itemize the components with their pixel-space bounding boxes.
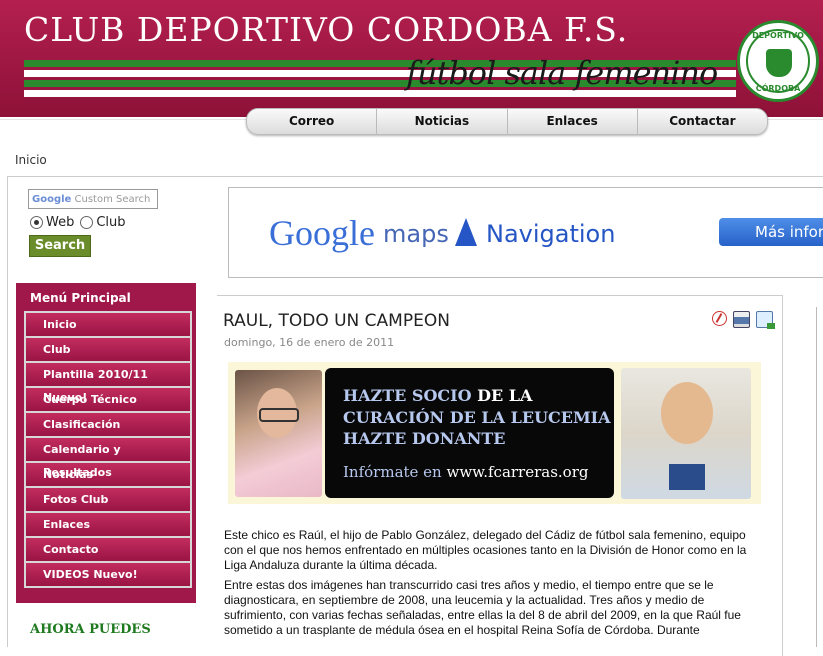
article-body: Este chico es Raúl, el hijo de Pablo Gon… <box>224 528 766 643</box>
top-nav: Correo Noticias Enlaces Contactar <box>246 108 768 135</box>
radio-club[interactable]: Club <box>80 215 126 230</box>
logo-text-bottom: CÓRDOBA <box>755 84 801 93</box>
promo-line-3: HAZTE DONANTE <box>343 429 506 448</box>
nav-noticias[interactable]: Noticias <box>377 109 508 134</box>
site-header: CLUB DEPORTIVO CORDOBA F.S. fútbol sala … <box>0 0 823 117</box>
main-menu: Menú Principal Inicio Club Plantilla 201… <box>16 283 196 603</box>
menu-item-inicio[interactable]: Inicio <box>26 313 190 338</box>
promo-line-4: Infórmate en www.fcarreras.org <box>343 463 589 481</box>
site-title: CLUB DEPORTIVO CORDOBA F.S. <box>24 10 629 49</box>
search-placeholder: Custom Search <box>74 194 151 205</box>
print-icon[interactable] <box>733 311 750 328</box>
paragraph: Entre estas dos imágenes han transcurrid… <box>224 578 741 637</box>
google-logo: Google <box>32 194 72 205</box>
paragraph: Este chico es Raúl, el hijo de Pablo Gon… <box>224 528 747 572</box>
menu-item-contacto[interactable]: Contacto <box>26 538 190 563</box>
radio-web[interactable]: Web <box>30 215 74 230</box>
search-button[interactable]: Search <box>29 235 91 257</box>
menu-item-plantilla[interactable]: Plantilla 2010/11 Nuevo! <box>26 363 190 404</box>
nav-enlaces[interactable]: Enlaces <box>508 109 638 134</box>
right-column-edge <box>816 307 823 647</box>
menu-title: Menú Principal <box>30 291 131 305</box>
navigation-arrow-icon <box>455 218 477 246</box>
menu-item-fotos[interactable]: Fotos Club <box>26 488 190 513</box>
email-icon[interactable] <box>756 311 775 329</box>
pdf-icon[interactable] <box>712 311 727 326</box>
article-title[interactable]: RAUL, TODO UN CAMPEON <box>223 311 450 331</box>
promo-line-2: CURACIÓN DE LA LEUCEMIA <box>343 408 611 427</box>
menu-item-club[interactable]: Club <box>26 338 190 363</box>
photo-child-2 <box>621 368 751 499</box>
menu-item-videos[interactable]: VIDEOS Nuevo! <box>26 563 190 586</box>
ad-maps-text: maps <box>383 220 449 248</box>
article-tools <box>712 311 775 329</box>
article-date: domingo, 16 de enero de 2011 <box>224 336 395 349</box>
club-logo[interactable]: DEPORTIVO CÓRDOBA <box>737 20 819 102</box>
promo-image: HAZTE SOCIO DE LA CURACIÓN DE LA LEUCEMI… <box>228 362 761 504</box>
promo-line-1: HAZTE SOCIO DE LA <box>343 386 533 405</box>
promo-banner: HAZTE SOCIO DE LA CURACIÓN DE LA LEUCEMI… <box>325 368 614 498</box>
crest-icon <box>766 49 792 77</box>
ahora-puedes-text[interactable]: AHORA PUEDES <box>30 622 151 637</box>
nav-contactar[interactable]: Contactar <box>638 109 767 134</box>
menu-item-cuerpo-tecnico[interactable]: Cuerpo Técnico <box>26 388 190 413</box>
logo-text-top: DEPORTIVO <box>752 31 804 40</box>
search-scope: Web Club <box>30 215 126 230</box>
nav-correo[interactable]: Correo <box>247 109 378 134</box>
breadcrumb[interactable]: Inicio <box>15 153 47 167</box>
ad-navigation-text: Navigation <box>486 220 616 248</box>
google-maps-ad[interactable]: Google maps Navigation Más inform <box>228 187 823 278</box>
menu-item-enlaces[interactable]: Enlaces <box>26 513 190 538</box>
menu-item-clasificacion[interactable]: Clasificación <box>26 413 190 438</box>
menu-item-calendario[interactable]: Calendario y Resultados <box>26 438 190 479</box>
ad-more-info-button[interactable]: Más inform <box>719 218 823 246</box>
google-logo-ad: Google <box>269 213 375 253</box>
search-input[interactable]: Google Custom Search <box>28 189 158 209</box>
site-subtitle: fútbol sala femenino <box>406 54 718 92</box>
photo-child-1 <box>235 370 322 497</box>
